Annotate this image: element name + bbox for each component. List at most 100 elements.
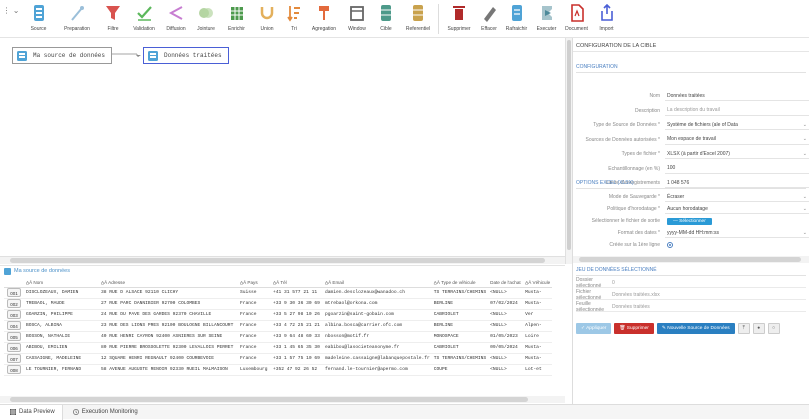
toolbar-button-label: Referentiel [405, 26, 431, 32]
workflow-canvas[interactable]: Ma source de données Données traitées [0, 38, 565, 258]
grid-column-header[interactable]: A̲Â Véhicule [523, 278, 553, 288]
table-cell: Loire [523, 331, 553, 343]
grid-column-header[interactable]: A̲Â Tél [271, 278, 323, 288]
delete-button[interactable]: 🗑 Supprimer [614, 322, 654, 334]
effacer-button[interactable]: Effacer [477, 0, 501, 38]
row-index-label: 007 [7, 354, 21, 363]
jointure-button[interactable]: Jointure [191, 0, 221, 38]
sort-icon [287, 6, 300, 22]
table-cell: Luxembourg [238, 364, 271, 376]
table-cell: madeleine.cassaigne@labanquepostale.fr [323, 353, 432, 365]
table-cell: France [238, 342, 271, 354]
header-row-toggle[interactable] [667, 242, 673, 248]
field-input[interactable]: 100 [665, 164, 809, 174]
field-input[interactable]: Aucun horodatage ⌄ [665, 204, 809, 214]
field-input[interactable]: Système de fichiers (ale of Data ⌄ [665, 120, 809, 130]
field-input[interactable]: Mon espace de travail ⌄ [665, 135, 809, 145]
diffusion-button[interactable]: Diffusion [161, 0, 191, 38]
toolbar-button-label: Preparation [64, 26, 90, 32]
field-value: Écraser [667, 193, 685, 200]
document-button[interactable]: Document [561, 0, 592, 38]
panel-horizontal-scrollbar[interactable] [573, 256, 809, 263]
settings-icon[interactable]: ○ [767, 322, 780, 334]
table-row[interactable]: 003 GOARZIN, PHILIPPE 24 RUE DU PAVE DES G… [4, 309, 553, 321]
supprimer-button[interactable]: Supprimer [441, 0, 477, 38]
row-index-label: 006 [7, 343, 21, 352]
table-row[interactable]: 005 BOSSON, NATHALIE 40 RUE HENRI CAYRON 9… [4, 331, 553, 343]
referentiel-button[interactable]: Referentiel [400, 0, 436, 38]
apply-button[interactable]: ✓ Appliquer [576, 322, 612, 334]
tab-data-preview[interactable]: Data Preview [0, 404, 63, 420]
toolbar-button-label: Tri [291, 26, 297, 32]
wand-icon [71, 6, 84, 21]
rafraichir-button[interactable]: Rafraichir [501, 0, 532, 38]
grid-column-header[interactable]: A̲Â Email [323, 278, 432, 288]
table-row[interactable]: 001 DISCLOZEAUX, DAMIEN 38 RUE D ALSACE 92… [4, 287, 553, 299]
field-label: Description [634, 107, 660, 114]
menu-icon[interactable]: ⋮ ⌄ [0, 0, 22, 38]
table-cell: +33 9 64 48 60 33 [271, 331, 323, 343]
canvas-vertical-scrollbar[interactable] [565, 38, 572, 264]
dataset-value: 0 [612, 279, 615, 286]
agregation-button[interactable]: Agregation [306, 0, 342, 38]
field-input[interactable]: Écraser ⌄ [665, 192, 809, 202]
import-button[interactable]: Import [592, 0, 621, 38]
table-row[interactable]: 004 BOSCA, ALBINA 23 RUE DES LIONS PRES 92… [4, 320, 553, 332]
executer-button[interactable]: Executer [532, 0, 561, 38]
new-data-source-button[interactable]: ✎ Nouvelle Source de Données [656, 322, 735, 334]
table-row[interactable]: 006 ABIBOU, EMILIEN 80 RUE PIERRE BROSSOLE… [4, 342, 553, 354]
validation-button[interactable]: Validation [127, 0, 161, 38]
target-node[interactable]: Données traitées [143, 47, 229, 64]
enrichir-button[interactable]: Enrichir [221, 0, 252, 38]
table-cell: Musta- [523, 287, 553, 299]
share-icon [168, 6, 183, 20]
field-input[interactable]: La description du travail [665, 106, 809, 116]
user-icon[interactable]: ● [752, 322, 765, 334]
toolbar-separator [438, 4, 439, 34]
dataset-row: Dossier sélectionné 0 [576, 277, 806, 289]
grid-column-header[interactable]: Date de l'achat [488, 278, 524, 288]
tab-execution-monitoring[interactable]: Execution Monitoring [63, 405, 145, 420]
config-field: Nom Données traitées [573, 90, 809, 102]
grid-column-header[interactable]: A̲Â Pays [238, 278, 271, 288]
select-file-button[interactable]: — Sélectionner [667, 217, 712, 225]
row-index-label: 008 [7, 365, 21, 374]
table-cell: 07/02/2024 [488, 298, 524, 310]
preparation-button[interactable]: Preparation [55, 0, 99, 38]
config-field: Type de Source de Données * Système de f… [573, 119, 809, 131]
table-cell: Alpen- [523, 320, 553, 332]
table-row[interactable]: 002 TREBAOL, MAUDE 27 RUE PARC DANNIBIER 9… [4, 298, 553, 310]
source-node[interactable]: Ma source de données [12, 47, 113, 64]
table-cell: 12 SQUARE HENRI REGNAULT 92400 COURBEVOI… [99, 353, 238, 365]
cible-button[interactable]: Cible [372, 0, 400, 38]
grid-horizontal-scrollbar[interactable] [0, 396, 565, 403]
grid-column-header[interactable]: A̲Â Nom [24, 278, 99, 288]
chevron-down-icon: ⌄ [802, 121, 807, 128]
section-excel-options: OPTIONS EXCEL (XLSX) [576, 180, 806, 189]
config-field: Sources de Données autorisées * Mon espa… [573, 134, 809, 146]
grid-header-row: A̲Â Nom A̲Â Adresse A̲Â Pays A̲Â Tél A̲Â Ema… [4, 278, 553, 288]
tri-button[interactable]: Tri [282, 0, 306, 38]
panel-title: CONFIGURATION DE LA CIBLE [573, 38, 809, 52]
table-cell: ABIBOU, EMILIEN [24, 342, 99, 354]
window-icon [350, 6, 364, 21]
canvas-horizontal-scrollbar[interactable] [0, 256, 565, 264]
field-input[interactable]: XLSX (à partir d'Excel 2007) ⌄ [665, 149, 809, 159]
field-input[interactable]: yyyy-MM-dd HH:mm:ss ⌄ [665, 228, 809, 238]
source-button[interactable]: Source [22, 0, 55, 38]
field-input[interactable]: Données traitées [665, 91, 809, 101]
union-button[interactable]: Union [252, 0, 282, 38]
table-cell: <NULL> [488, 309, 524, 321]
grid-column-header[interactable]: A̲Â Adresse [99, 278, 238, 288]
target-db-icon [381, 5, 391, 21]
filtre-button[interactable]: Filtre [99, 0, 127, 38]
target-config-panel: CONFIGURATION DE LA CIBLE CONFIGURATION … [572, 38, 809, 404]
table-row[interactable]: 007 CASSAIGNE, MADELEINE 12 SQUARE HENRI R… [4, 353, 553, 365]
table-cell: <NULL> [488, 364, 524, 376]
table-row[interactable]: 008 LE TOURNIER, FERNAND 58 AVENUE AUGUSTE… [4, 364, 553, 376]
upload-icon[interactable]: ⤒ [737, 322, 750, 334]
grid-column-header[interactable]: A̲Â Type de véhicule [431, 278, 489, 288]
table-cell: +41 31 577 21 11 [271, 287, 323, 299]
window-button[interactable]: Window [342, 0, 372, 38]
table-cell: Lot-et [523, 364, 553, 376]
